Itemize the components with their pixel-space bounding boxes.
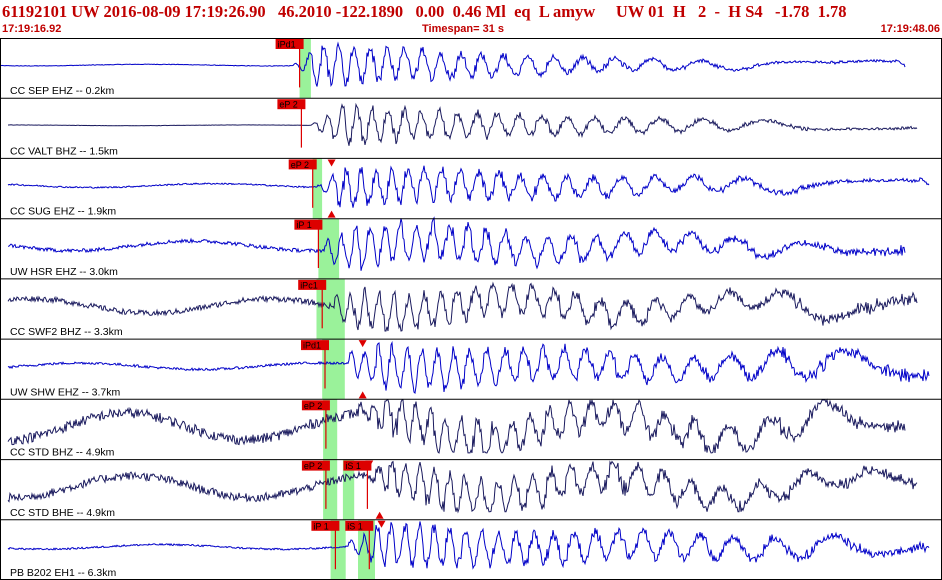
trace-waveform: [7, 521, 930, 570]
frame-lines: [0, 38, 942, 580]
trace-label: CC SUG EHZ -- 1.9km: [10, 206, 116, 218]
pick-label: eP 2: [304, 401, 322, 411]
trace-waveform: [7, 460, 918, 514]
trace-waveform: [7, 165, 930, 208]
trace-waveform: [7, 281, 918, 332]
arrival-tick: [327, 159, 336, 167]
trace-waveform: [8, 102, 918, 146]
arrival-tick: [375, 511, 384, 519]
trace-label: CC SWF2 BHZ -- 3.3km: [10, 326, 123, 338]
trace-label: CC STD BHZ -- 4.9km: [10, 447, 115, 459]
trace-label: UW HSR EHZ -- 3.0km: [10, 266, 118, 278]
arrival-tick: [358, 340, 367, 348]
pick-label: eP 2: [279, 100, 297, 110]
trace-label: UW SHW EHZ -- 3.7km: [10, 386, 120, 398]
trace-waveform: [7, 340, 930, 394]
pick-label: eP 2: [304, 461, 322, 471]
pick-windows: [299, 38, 375, 580]
event-title: 61192101 UW 2016-08-09 17:19:26.90 46.20…: [2, 2, 847, 21]
pick-label: iPd1: [303, 341, 321, 351]
arrival-tick: [377, 520, 386, 528]
trace-label: CC SEP EHZ -- 0.2km: [10, 85, 114, 97]
pick-label: iS 1: [347, 521, 363, 531]
timespan-label: Timespan= 31 s: [422, 23, 505, 35]
pick-label: iP 1: [296, 220, 311, 230]
seismogram-panel[interactable]: iPd1 eP 2 eP 2 iP 1 iPc1 iPd1 eP 2 eP 2 iS 1 iP 1…: [0, 38, 942, 580]
arrival-tick: [358, 391, 367, 399]
end-time-label: 17:19:48.06: [880, 23, 940, 35]
trace-label: CC STD BHE -- 4.9km: [10, 507, 115, 519]
trace-waveform: [7, 398, 906, 454]
pick-label: iPd1: [278, 40, 296, 50]
panel-frame: [0, 38, 942, 580]
start-time-label: 17:19:16.92: [2, 23, 62, 35]
trace-labels: CC SEP EHZ -- 0.2km CC VALT BHZ -- 1.5km C…: [10, 85, 123, 579]
time-axis-info: 17:19:16.92 Timespan= 31 s 17:19:48.06: [0, 23, 942, 37]
trace-waveform: [0, 41, 906, 88]
traces: [0, 41, 930, 570]
trace-label: PB B202 EH1 -- 6.3km: [10, 567, 116, 579]
trace-label: CC VALT BHZ -- 1.5km: [10, 145, 118, 157]
trace-waveform: [7, 216, 906, 271]
pick-label: eP 2: [291, 160, 309, 170]
pick-label: iP 1: [313, 521, 328, 531]
pick-label: iPc1: [300, 280, 318, 290]
arrival-tick: [327, 210, 336, 218]
pick-label: iS 1: [345, 461, 361, 471]
event-header: 61192101 UW 2016-08-09 17:19:26.90 46.20…: [0, 0, 942, 38]
